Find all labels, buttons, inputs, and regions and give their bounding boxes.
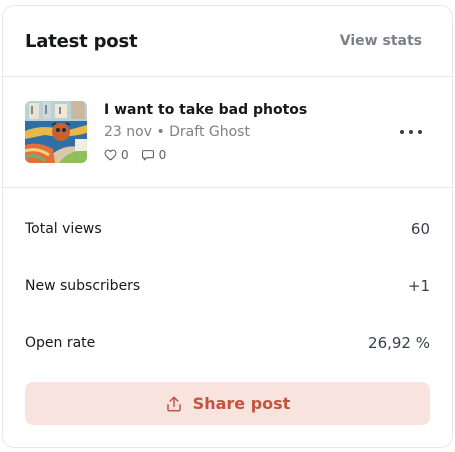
metric-value: +1 <box>407 276 430 295</box>
post-thumbnail[interactable] <box>25 101 87 163</box>
post-row[interactable]: I want to take bad photos 23 nov • Draft… <box>3 77 452 188</box>
metric-value: 26,92 % <box>368 333 430 352</box>
metric-open-rate: Open rate 26,92 % <box>25 314 430 371</box>
metric-label: Open rate <box>25 334 96 351</box>
metric-new-subscribers: New subscribers +1 <box>25 257 430 314</box>
post-title[interactable]: I want to take bad photos <box>104 102 307 118</box>
metric-total-views: Total views 60 <box>25 200 430 257</box>
comments-stat: 0 <box>141 148 167 162</box>
metric-label: New subscribers <box>25 277 141 294</box>
latest-post-card: Latest post View stats I want to take ba… <box>2 5 453 448</box>
post-info: I want to take bad photos 23 nov • Draft… <box>104 102 307 162</box>
card-header: Latest post View stats <box>3 6 452 77</box>
comments-count: 0 <box>158 148 167 162</box>
post-engagement: 0 0 <box>104 148 307 162</box>
post-meta: 23 nov • Draft Ghost <box>104 124 250 140</box>
share-post-label: Share post <box>192 394 291 413</box>
share-icon <box>166 396 181 411</box>
comment-icon <box>141 150 154 161</box>
metric-label: Total views <box>25 220 102 237</box>
likes-stat: 0 <box>104 148 129 162</box>
likes-count: 0 <box>121 148 129 162</box>
card-title: Latest post <box>25 30 138 52</box>
more-dot <box>409 130 413 134</box>
metric-value: 60 <box>410 219 430 238</box>
view-stats-link[interactable]: View stats <box>340 33 422 49</box>
more-dot <box>400 130 404 134</box>
share-post-button[interactable]: Share post <box>25 382 430 425</box>
heart-icon <box>104 149 117 161</box>
more-dot <box>418 130 422 134</box>
more-icon[interactable] <box>400 123 422 141</box>
post-metrics: Total views 60 New subscribers +1 Open r… <box>3 188 452 371</box>
